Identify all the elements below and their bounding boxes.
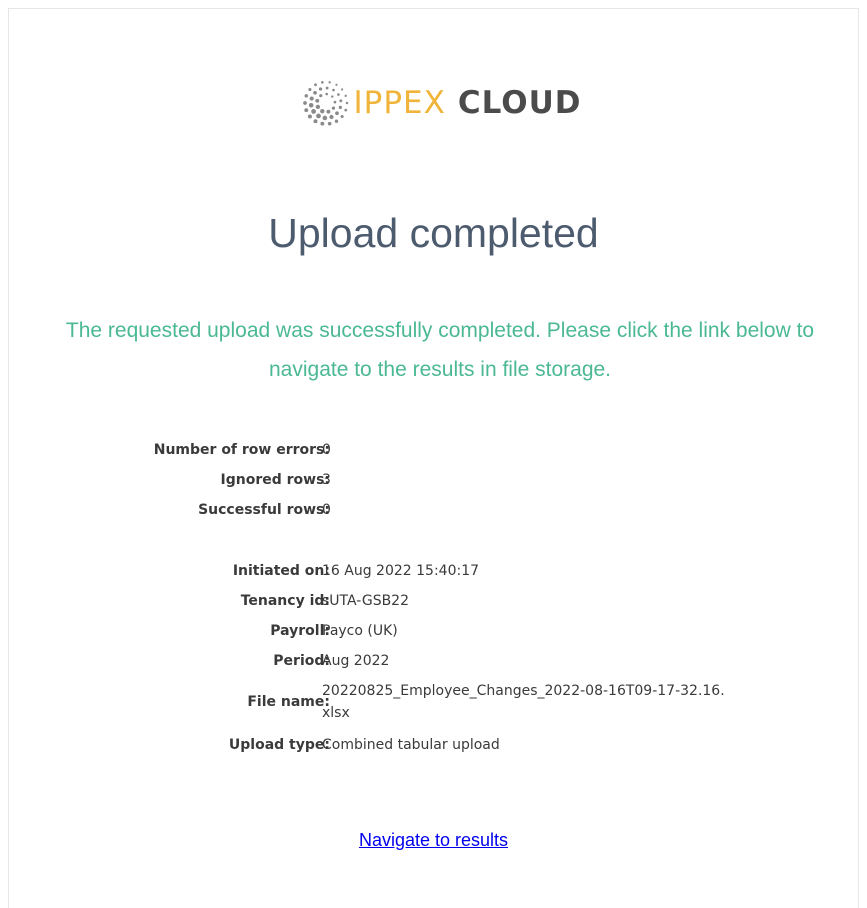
logo-dot — [320, 94, 323, 97]
logo-dot — [310, 96, 314, 100]
logo-dot — [309, 103, 314, 108]
email-card — [8, 8, 859, 908]
logo-dot — [327, 110, 331, 114]
logo-word-ippex: IPPEX — [353, 85, 445, 121]
logo-dot — [322, 81, 325, 84]
logo-dot — [315, 83, 318, 86]
logo-dot — [341, 88, 343, 90]
logo-dot — [345, 109, 348, 112]
logo-dot — [335, 120, 338, 123]
logo-dot — [309, 88, 312, 91]
logo-dot — [321, 122, 325, 126]
logo-dot — [314, 91, 318, 95]
logo-word-cloud: CLOUD — [458, 85, 582, 121]
success-message: The requested upload was successfully co… — [40, 311, 840, 389]
logo-dot — [330, 115, 334, 119]
logo-dot — [312, 109, 317, 114]
logo-dot — [345, 95, 347, 97]
logo-dot — [336, 111, 340, 115]
logo-dot — [305, 108, 309, 112]
navigate-to-results-link[interactable]: Navigate to results — [359, 830, 508, 850]
logo-dots-icon — [301, 78, 351, 128]
logo-dot — [328, 122, 332, 126]
logo-dot — [323, 116, 328, 121]
results-link-wrap: Navigate to results — [0, 830, 867, 851]
logo-dot — [334, 101, 337, 104]
logo-dot — [308, 115, 312, 119]
logo-inner: IPPEX CLOUD — [301, 78, 581, 128]
logo-dot — [316, 105, 320, 109]
page-title: Upload completed — [0, 210, 867, 257]
brand-logo: IPPEX CLOUD — [0, 78, 867, 128]
logo-dot — [339, 106, 342, 109]
logo-dot — [338, 93, 341, 96]
logo-dot — [314, 119, 318, 123]
logo-dot — [333, 89, 336, 92]
logo-dot — [346, 102, 349, 105]
logo-dot — [321, 109, 325, 113]
logo-dot — [336, 84, 338, 86]
logo-dot — [332, 95, 334, 97]
logo-dot — [316, 99, 320, 103]
logo-dot — [305, 94, 308, 97]
logo-dot — [326, 93, 329, 96]
logo-dot — [341, 115, 344, 118]
logo-dot — [319, 87, 322, 90]
logo-dot — [340, 99, 343, 102]
logo-dot — [326, 87, 329, 90]
logo-dot — [329, 81, 331, 83]
logo-dot — [332, 106, 335, 109]
logo-dot — [304, 101, 308, 105]
logo-dot — [317, 114, 322, 119]
